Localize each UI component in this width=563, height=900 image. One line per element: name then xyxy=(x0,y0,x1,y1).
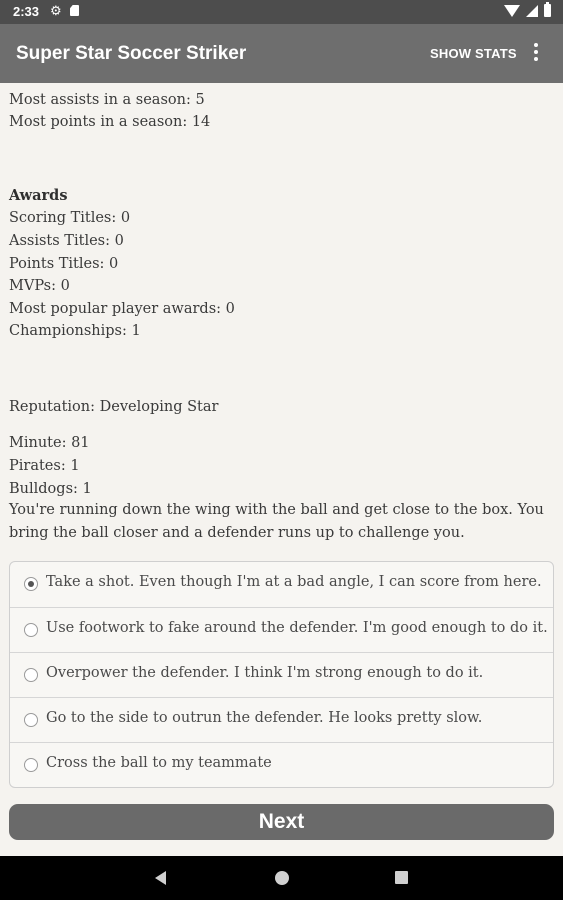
wifi-icon xyxy=(504,4,520,17)
navigation-bar xyxy=(0,856,563,900)
award-item: Scoring Titles: 0 xyxy=(9,210,131,226)
app-bar: Super Star Soccer Striker SHOW STATS xyxy=(0,24,563,83)
team-score: Bulldogs: 1 xyxy=(9,481,92,497)
reputation-text: Reputation: Developing Star xyxy=(9,399,219,415)
status-icons xyxy=(504,2,551,17)
choice-label: Go to the side to outrun the defender. H… xyxy=(46,710,483,726)
recents-icon[interactable] xyxy=(395,871,408,884)
team-score: Pirates: 1 xyxy=(9,458,80,474)
minute-text: Minute: 81 xyxy=(9,435,90,451)
radio-icon[interactable] xyxy=(24,668,38,682)
choice-option[interactable]: Go to the side to outrun the defender. H… xyxy=(10,697,553,742)
status-time: 2:33 xyxy=(13,4,40,19)
radio-selected-icon[interactable] xyxy=(24,577,38,591)
most-points-text: Most points in a season: 14 xyxy=(9,114,211,130)
story-text: You're running down the wing with the ba… xyxy=(9,502,544,541)
show-stats-button[interactable]: SHOW STATS xyxy=(430,46,517,61)
gear-icon: ⚙ xyxy=(50,3,62,18)
back-icon[interactable] xyxy=(155,871,166,885)
award-item: MVPs: 0 xyxy=(9,278,70,294)
choice-option[interactable]: Take a shot. Even though I'm at a bad an… xyxy=(10,562,553,607)
status-bar: 2:33 ⚙ xyxy=(0,0,563,24)
choice-label: Use footwork to fake around the defender… xyxy=(46,620,548,636)
radio-icon[interactable] xyxy=(24,623,38,637)
choice-group: Take a shot. Even though I'm at a bad an… xyxy=(9,561,554,788)
award-item: Most popular player awards: 0 xyxy=(9,301,235,317)
award-item: Championships: 1 xyxy=(9,323,141,339)
sd-card-icon xyxy=(70,5,79,16)
next-button[interactable]: Next xyxy=(9,804,554,840)
app-title: Super Star Soccer Striker xyxy=(16,43,247,64)
award-item: Assists Titles: 0 xyxy=(9,233,124,249)
choice-option[interactable]: Overpower the defender. I think I'm stro… xyxy=(10,652,553,697)
awards-heading: Awards xyxy=(9,187,68,204)
choice-option[interactable]: Cross the ball to my teammate xyxy=(10,742,553,787)
radio-icon[interactable] xyxy=(24,713,38,727)
scroll-content[interactable]: Most assists in a season: 5 Most points … xyxy=(0,83,563,856)
choice-label: Cross the ball to my teammate xyxy=(46,755,272,771)
choice-label: Take a shot. Even though I'm at a bad an… xyxy=(46,574,542,590)
more-vert-icon[interactable] xyxy=(530,43,542,63)
choice-label: Overpower the defender. I think I'm stro… xyxy=(46,665,484,681)
signal-icon xyxy=(526,4,538,17)
radio-icon[interactable] xyxy=(24,758,38,772)
choice-option[interactable]: Use footwork to fake around the defender… xyxy=(10,607,553,652)
battery-icon xyxy=(544,2,551,17)
most-assists-text: Most assists in a season: 5 xyxy=(9,92,205,108)
award-item: Points Titles: 0 xyxy=(9,256,119,272)
home-icon[interactable] xyxy=(275,871,289,885)
